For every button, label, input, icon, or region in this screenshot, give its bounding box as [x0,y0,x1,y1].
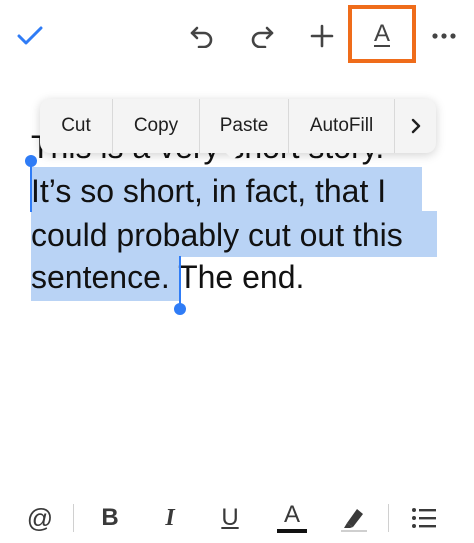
text-format-button[interactable]: A [348,5,416,63]
at-sign-icon: @ [26,502,54,533]
checkmark-icon [17,26,43,45]
document-line: It’s so short, in fact, that I [31,173,387,209]
text-color-icon: A [283,501,300,528]
text-format-icon: A [373,20,390,47]
top-toolbar: A [0,0,474,72]
bulleted-list-icon [412,508,436,528]
document-line: sentence. The end. [31,256,304,298]
divider [388,504,389,532]
undo-button[interactable] [184,18,220,54]
list-button[interactable] [404,500,444,536]
highlight-color-button[interactable] [334,500,374,536]
cut-menu-item[interactable]: Cut [40,99,113,153]
document-line: could probably cut out this [31,217,403,253]
plus-icon [310,24,334,48]
bold-icon: B [101,504,119,531]
italic-button[interactable]: I [152,500,188,536]
paste-menu-item[interactable]: Paste [200,99,289,153]
selection-end-handle-knob[interactable] [174,303,186,315]
italic-icon: I [165,504,175,531]
chevron-right-icon [411,118,420,134]
selection-start-handle[interactable] [30,166,32,212]
divider [73,504,74,532]
format-toolbar: @ B I U A [0,496,474,543]
done-button[interactable] [12,18,48,54]
selection-end-handle[interactable] [179,256,181,306]
underline-button[interactable]: U [212,500,248,536]
redo-icon [251,26,274,48]
unselected-text: The end. [169,259,305,295]
selected-text: sentence. [31,259,170,295]
selection-start-handle-knob[interactable] [25,155,37,167]
more-options-button[interactable] [424,18,464,54]
insert-button[interactable] [304,18,340,54]
bold-button[interactable]: B [92,500,128,536]
text-color-button[interactable]: A [272,500,312,536]
mention-button[interactable]: @ [22,500,58,536]
undo-icon [190,26,213,48]
autofill-menu-item[interactable]: AutoFill [289,99,395,153]
redo-button[interactable] [244,18,280,54]
text-color-swatch [277,529,307,533]
menu-more-button[interactable] [395,99,436,153]
copy-menu-item[interactable]: Copy [113,99,200,153]
highlighter-icon [341,509,367,532]
more-icon [432,33,456,39]
underline-icon: U [221,504,239,531]
edit-context-menu: Cut Copy Paste AutoFill [40,99,436,160]
menu-pointer [224,151,242,160]
